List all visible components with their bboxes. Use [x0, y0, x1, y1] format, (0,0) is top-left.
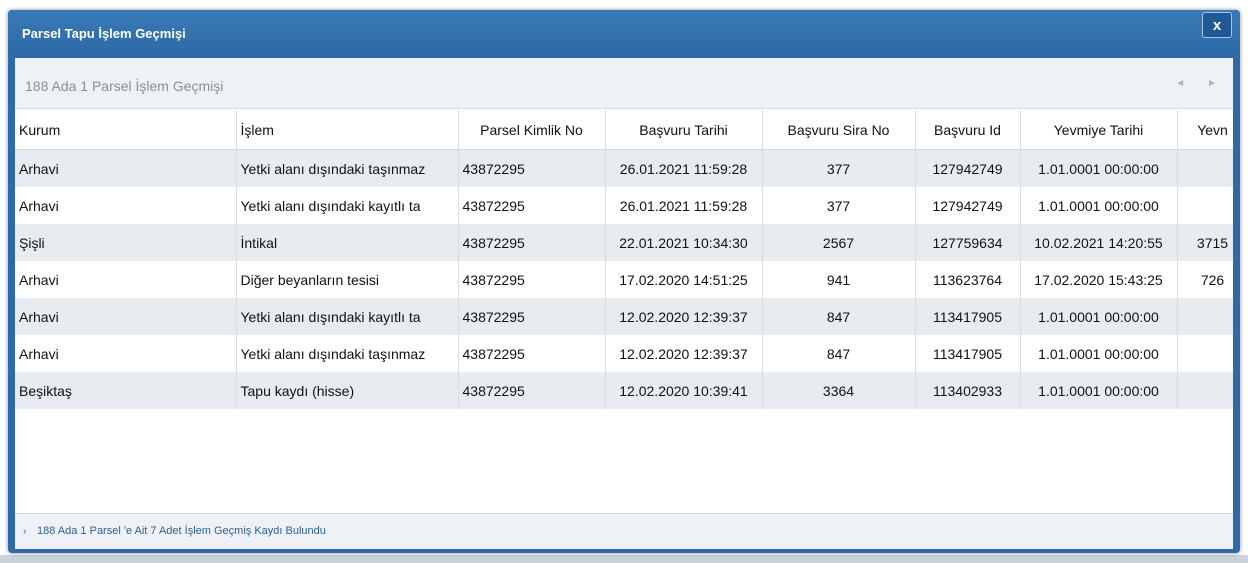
cell-basvuru-id: 127942749	[915, 149, 1021, 187]
cell-basvuru-sira-no: 377	[762, 149, 916, 187]
column-header-yevmiye-no[interactable]: Yevn	[1177, 110, 1233, 150]
cell-basvuru-tarihi: 17.02.2020 14:51:25	[605, 261, 763, 298]
next-page-icon[interactable]: ►	[1207, 78, 1217, 89]
cell-basvuru-sira-no: 3364	[762, 372, 916, 409]
background-strip	[0, 555, 1248, 563]
column-header-basvuru-id[interactable]: Başvuru Id	[915, 110, 1021, 150]
cell-islem: Tapu kaydı (hisse)	[236, 372, 459, 409]
cell-kurum: Arhavi	[15, 187, 237, 224]
cell-yevmiye-tarihi: 1.01.0001 00:00:00	[1020, 335, 1178, 372]
cell-basvuru-tarihi: 12.02.2020 12:39:37	[605, 335, 763, 372]
panel-title: 188 Ada 1 Parsel İşlem Geçmişi	[25, 78, 224, 94]
cell-yevmiye-tarihi: 1.01.0001 00:00:00	[1020, 372, 1178, 409]
cell-islem: Yetki alanı dışındaki taşınmaz	[236, 335, 459, 372]
cell-basvuru-tarihi: 12.02.2020 10:39:41	[605, 372, 763, 409]
cell-basvuru-tarihi: 22.01.2021 10:34:30	[605, 224, 763, 261]
column-header-yevmiye-tarihi[interactable]: Yevmiye Tarihi	[1020, 110, 1178, 150]
cell-kurum: Arhavi	[15, 298, 237, 335]
column-header-basvuru-sira-no[interactable]: Başvuru Sira No	[762, 110, 916, 150]
cell-parsel-kimlik-no: 43872295	[458, 335, 606, 372]
table-row[interactable]: Arhavi Yetki alanı dışındaki taşınmaz 43…	[15, 335, 1233, 372]
cell-basvuru-tarihi: 26.01.2021 11:59:28	[605, 149, 763, 187]
cell-islem: Yetki alanı dışındaki kayıtlı ta	[236, 298, 459, 335]
cell-islem: Yetki alanı dışındaki taşınmaz	[236, 149, 459, 187]
cell-kurum: Arhavi	[15, 149, 237, 187]
cell-yevmiye-tarihi: 1.01.0001 00:00:00	[1020, 149, 1178, 187]
column-header-kurum[interactable]: Kurum	[15, 110, 237, 150]
cell-islem: İntikal	[236, 224, 459, 261]
cell-basvuru-tarihi: 26.01.2021 11:59:28	[605, 187, 763, 224]
cell-basvuru-id: 113417905	[915, 335, 1021, 372]
table-header-row: Kurum İşlem Parsel Kimlik No Başvuru Tar…	[15, 110, 1233, 150]
column-header-islem[interactable]: İşlem	[236, 110, 459, 150]
cell-islem: Diğer beyanların tesisi	[236, 261, 459, 298]
cell-parsel-kimlik-no: 43872295	[458, 372, 606, 409]
table-row[interactable]: Arhavi Diğer beyanların tesisi 43872295 …	[15, 261, 1233, 298]
cell-parsel-kimlik-no: 43872295	[458, 298, 606, 335]
cell-basvuru-sira-no: 847	[762, 335, 916, 372]
table-row[interactable]: Şişli İntikal 43872295 22.01.2021 10:34:…	[15, 224, 1233, 261]
table-row[interactable]: Beşiktaş Tapu kaydı (hisse) 43872295 12.…	[15, 372, 1233, 409]
cell-yevmiye-no	[1177, 298, 1233, 335]
table-row[interactable]: Arhavi Yetki alanı dışındaki kayıtlı ta …	[15, 187, 1233, 224]
cell-parsel-kimlik-no: 43872295	[458, 149, 606, 187]
cell-yevmiye-no	[1177, 372, 1233, 409]
cell-basvuru-id: 113417905	[915, 298, 1021, 335]
dialog-title: Parsel Tapu İşlem Geçmişi	[22, 26, 186, 41]
close-button[interactable]: x	[1202, 12, 1232, 38]
cell-parsel-kimlik-no: 43872295	[458, 187, 606, 224]
cell-yevmiye-tarihi: 1.01.0001 00:00:00	[1020, 187, 1178, 224]
cell-yevmiye-tarihi: 17.02.2020 15:43:25	[1020, 261, 1178, 298]
record-count-text: 188 Ada 1 Parsel 'e Ait 7 Adet İşlem Geç…	[37, 525, 326, 537]
dialog-titlebar: Parsel Tapu İşlem Geçmişi x	[8, 10, 1240, 55]
cell-parsel-kimlik-no: 43872295	[458, 224, 606, 261]
cell-yevmiye-tarihi: 10.02.2021 14:20:55	[1020, 224, 1178, 261]
cell-basvuru-id: 127759634	[915, 224, 1021, 261]
chevron-right-icon: ›	[23, 526, 27, 537]
prev-page-icon[interactable]: ◄	[1175, 78, 1185, 89]
cell-kurum: Arhavi	[15, 335, 237, 372]
panel-header: 188 Ada 1 Parsel İşlem Geçmişi ◄ ►	[15, 58, 1233, 109]
column-header-basvuru-tarihi[interactable]: Başvuru Tarihi	[605, 110, 763, 150]
cell-islem: Yetki alanı dışındaki kayıtlı ta	[236, 187, 459, 224]
cell-kurum: Şişli	[15, 224, 237, 261]
cell-basvuru-sira-no: 377	[762, 187, 916, 224]
cell-basvuru-sira-no: 941	[762, 261, 916, 298]
table-row[interactable]: Arhavi Yetki alanı dışındaki taşınmaz 43…	[15, 149, 1233, 187]
cell-basvuru-id: 113402933	[915, 372, 1021, 409]
history-dialog: Parsel Tapu İşlem Geçmişi x 188 Ada 1 Pa…	[8, 10, 1240, 553]
cell-kurum: Beşiktaş	[15, 372, 237, 409]
cell-yevmiye-no	[1177, 149, 1233, 187]
table-row[interactable]: Arhavi Yetki alanı dışındaki kayıtlı ta …	[15, 298, 1233, 335]
cell-basvuru-tarihi: 12.02.2020 12:39:37	[605, 298, 763, 335]
cell-yevmiye-no	[1177, 187, 1233, 224]
cell-yevmiye-no: 726	[1177, 261, 1233, 298]
column-header-parsel-kimlik-no[interactable]: Parsel Kimlik No	[458, 110, 606, 150]
status-footer: › 188 Ada 1 Parsel 'e Ait 7 Adet İşlem G…	[15, 513, 1233, 549]
pager: ◄ ►	[1175, 78, 1217, 89]
dialog-body: 188 Ada 1 Parsel İşlem Geçmişi ◄ ► Kurum	[15, 58, 1233, 549]
cell-basvuru-id: 127942749	[915, 187, 1021, 224]
cell-basvuru-sira-no: 847	[762, 298, 916, 335]
cell-basvuru-sira-no: 2567	[762, 224, 916, 261]
cell-yevmiye-no	[1177, 335, 1233, 372]
history-table: Kurum İşlem Parsel Kimlik No Başvuru Tar…	[15, 110, 1233, 409]
cell-yevmiye-tarihi: 1.01.0001 00:00:00	[1020, 298, 1178, 335]
cell-yevmiye-no: 3715	[1177, 224, 1233, 261]
cell-parsel-kimlik-no: 43872295	[458, 261, 606, 298]
cell-kurum: Arhavi	[15, 261, 237, 298]
cell-basvuru-id: 113623764	[915, 261, 1021, 298]
